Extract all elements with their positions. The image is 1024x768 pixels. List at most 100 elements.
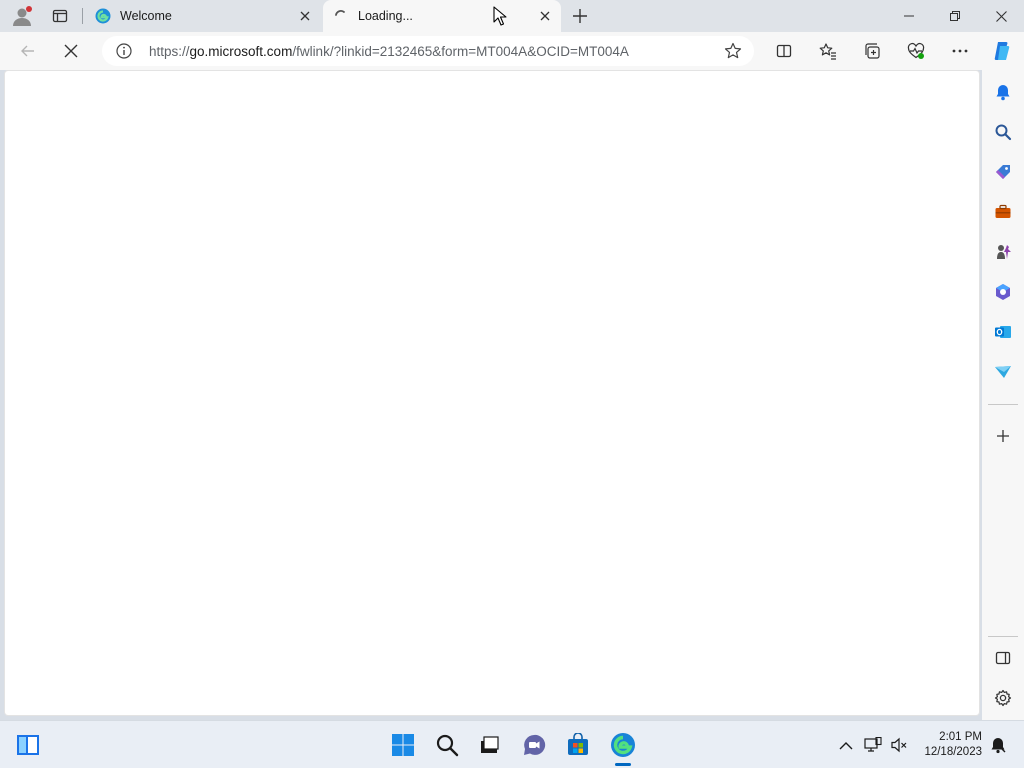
split-screen-icon <box>776 44 792 58</box>
loading-spinner-icon <box>333 8 349 24</box>
clock-time: 2:01 PM <box>939 731 982 743</box>
sidebar-divider <box>988 404 1018 405</box>
tools-icon <box>995 204 1011 218</box>
address-bar[interactable]: https://go.microsoft.com/fwlink/?linkid=… <box>102 36 754 66</box>
shopping-icon <box>996 165 1010 179</box>
sidebar-add-button[interactable] <box>991 424 1015 448</box>
edge-taskbar-button[interactable] <box>609 731 637 759</box>
tab-welcome[interactable]: Welcome <box>85 0 321 32</box>
site-info-icon[interactable] <box>116 43 132 59</box>
sidebar-notifications[interactable] <box>991 80 1015 104</box>
store-button[interactable] <box>564 731 592 759</box>
tab-actions-icon <box>52 9 68 23</box>
collections-button[interactable] <box>858 37 886 65</box>
minimize-icon <box>904 15 914 17</box>
clock-date: 12/18/2023 <box>924 746 982 758</box>
sidebar-outlook[interactable] <box>991 320 1015 344</box>
profile-button[interactable] <box>8 4 36 28</box>
sidebar-tools[interactable] <box>991 200 1015 224</box>
restore-icon <box>950 11 960 21</box>
widgets-icon <box>17 735 39 755</box>
favorites-button[interactable] <box>814 37 842 65</box>
teams-chat-icon <box>524 734 546 755</box>
drop-icon <box>995 366 1011 378</box>
new-tab-button[interactable] <box>568 4 592 28</box>
notification-center-button[interactable] <box>988 735 1008 755</box>
sidebar-divider <box>988 636 1018 637</box>
navigation-toolbar: https://go.microsoft.com/fwlink/?linkid=… <box>0 32 1024 70</box>
settings-icon <box>994 689 1012 707</box>
mouse-cursor-icon <box>493 6 507 26</box>
widgets-button[interactable] <box>14 731 42 759</box>
store-icon <box>568 733 588 755</box>
windows-taskbar: 2:01 PM 12/18/2023 <box>0 720 1024 768</box>
title-bar: Welcome Loading... <box>0 0 1024 32</box>
close-window-button[interactable] <box>978 0 1024 32</box>
sidebar-drop[interactable] <box>991 360 1015 384</box>
show-hidden-icon <box>839 741 853 749</box>
sidebar-shopping[interactable] <box>991 160 1015 184</box>
copilot-icon <box>994 42 1010 60</box>
show-hidden-icons-button[interactable] <box>836 735 856 755</box>
hide-sidebar-button[interactable] <box>991 646 1015 670</box>
profile-icon <box>13 6 32 26</box>
outlook-icon <box>995 326 1011 338</box>
taskbar-search-button[interactable] <box>433 731 461 759</box>
plus-icon <box>573 9 587 23</box>
volume-muted-icon <box>891 737 907 753</box>
url-host: go.microsoft.com <box>189 44 293 59</box>
web-content-area[interactable] <box>4 70 980 716</box>
network-button[interactable] <box>863 735 883 755</box>
active-app-indicator <box>615 763 631 766</box>
notification-icon <box>991 738 1006 754</box>
tab-actions-button[interactable] <box>46 4 74 28</box>
close-tab-icon[interactable] <box>537 8 553 24</box>
sidebar-microsoft-365[interactable] <box>991 280 1015 304</box>
more-menu-icon <box>952 49 968 53</box>
stop-loading-icon <box>64 44 78 58</box>
split-screen-button[interactable] <box>770 37 798 65</box>
copilot-button[interactable] <box>988 37 1016 65</box>
tab-title: Loading... <box>358 9 413 23</box>
start-button[interactable] <box>389 731 417 759</box>
sidebar-search[interactable] <box>991 120 1015 144</box>
collections-icon <box>865 43 880 59</box>
hide-sidebar-icon <box>995 651 1011 665</box>
start-icon <box>392 734 414 756</box>
edge-sidebar <box>982 70 1024 720</box>
sidebar-games[interactable] <box>991 240 1015 264</box>
more-menu-button[interactable] <box>946 37 974 65</box>
sidebar-settings-button[interactable] <box>991 686 1015 710</box>
favorites-icon <box>819 43 836 60</box>
notifications-icon <box>996 85 1010 101</box>
browser-essentials-button[interactable] <box>902 37 930 65</box>
volume-button[interactable] <box>889 735 909 755</box>
url-text[interactable]: https://go.microsoft.com/fwlink/?linkid=… <box>149 44 629 59</box>
task-view-button[interactable] <box>475 731 503 759</box>
browser-essentials-icon <box>907 42 925 59</box>
edge-icon <box>95 8 111 24</box>
search-icon <box>436 734 459 757</box>
stop-loading-button[interactable] <box>57 37 85 65</box>
close-tab-icon[interactable] <box>297 8 313 24</box>
teams-chat-button[interactable] <box>520 731 548 759</box>
network-icon <box>864 737 882 752</box>
search-icon <box>995 124 1012 141</box>
back-icon <box>21 45 34 57</box>
task-view-icon <box>481 736 499 753</box>
url-prefix: https:// <box>149 44 190 59</box>
tab-separator <box>82 8 83 24</box>
add-icon <box>997 430 1009 442</box>
close-icon <box>995 10 1007 22</box>
minimize-button[interactable] <box>886 0 932 32</box>
microsoft-365-icon <box>996 284 1010 300</box>
games-icon <box>997 245 1011 259</box>
back-button[interactable] <box>14 37 42 65</box>
clock[interactable]: 2:01 PM 12/18/2023 <box>916 730 982 760</box>
tab-loading[interactable]: Loading... <box>323 0 561 32</box>
edge-icon <box>611 733 635 757</box>
add-favorite-icon[interactable] <box>724 42 742 60</box>
restore-button[interactable] <box>932 0 978 32</box>
tab-title: Welcome <box>120 9 172 23</box>
url-path: /fwlink/?linkid=2132465&form=MT004A&OCID… <box>292 44 629 59</box>
